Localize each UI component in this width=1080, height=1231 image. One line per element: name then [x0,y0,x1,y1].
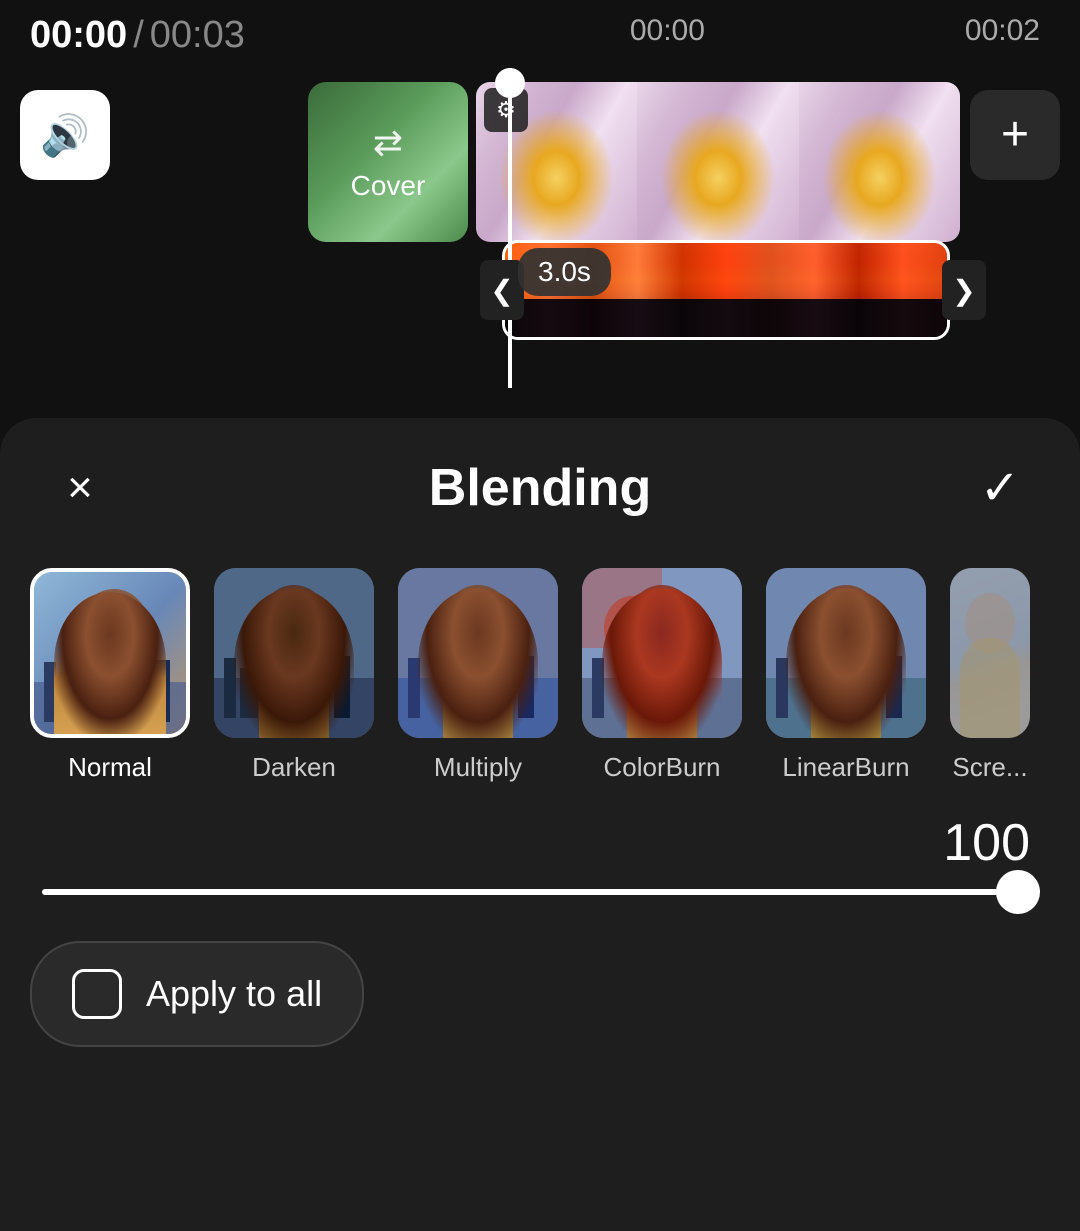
blend-mode-multiply[interactable]: Multiply [398,568,558,783]
blend-label-darken: Darken [252,752,336,783]
screen-preview-svg [950,568,1030,738]
multiply-preview-svg [398,568,558,738]
blend-mode-screen[interactable]: Scre... [950,568,1030,783]
blend-label-multiply: Multiply [434,752,522,783]
blend-mode-linearburn[interactable]: LinearBurn [766,568,926,783]
duration-badge: 3.0s [518,248,611,296]
slider-track [42,889,1038,895]
blend-thumb-colorburn [582,568,742,738]
panel-header: × Blending ✓ [0,418,1080,548]
confirm-button[interactable]: ✓ [970,458,1030,518]
blend-label-normal: Normal [68,752,152,783]
normal-preview-svg [34,572,190,738]
adjust-icon: ⚙ [496,97,516,123]
darken-preview-svg [214,568,374,738]
video-strip[interactable] [476,82,960,242]
cover-bg: ⇄ Cover [308,82,468,242]
confirm-icon: ✓ [980,460,1020,516]
total-time: 00:03 [150,14,245,57]
panel-title: Blending [429,458,651,518]
linearburn-preview-svg [766,568,926,738]
ruler-markers: 00:00 00:02 [630,14,1040,48]
playhead-head [495,68,525,98]
add-button[interactable]: + [970,90,1060,180]
video-frame-3 [799,82,960,242]
current-time: 00:00 [30,14,127,57]
blend-thumb-normal [30,568,190,738]
time-separator: / [133,14,144,57]
duration-badge-text: 3.0s [538,256,591,287]
blend-label-screen: Scre... [952,752,1027,783]
close-icon: × [67,466,93,510]
marker-0: 00:00 [630,14,705,48]
add-icon: + [1001,111,1029,159]
opacity-value-container: 100 [0,813,1080,873]
blend-thumb-multiply [398,568,558,738]
marker-1: 00:02 [965,14,1040,48]
chevron-right-icon: ❯ [952,274,975,307]
cover-label: Cover [351,170,426,202]
blend-thumb-linearburn [766,568,926,738]
blend-thumb-darken [214,568,374,738]
volume-button[interactable]: 🔊 [20,90,110,180]
blend-label-linearburn: LinearBurn [782,752,909,783]
playhead [508,68,512,388]
blend-mode-darken[interactable]: Darken [214,568,374,783]
slider-thumb[interactable] [996,870,1040,914]
blend-mode-colorburn[interactable]: ColorBurn [582,568,742,783]
apply-to-all-button[interactable]: Apply to all [30,941,364,1047]
blend-label-colorburn: ColorBurn [603,752,720,783]
blend-modes-row: Normal [0,548,1080,803]
volume-icon: 🔊 [40,112,90,159]
colorburn-preview-svg [582,568,742,738]
blend-thumb-screen [950,568,1030,738]
blend-mode-normal[interactable]: Normal [30,568,190,783]
close-button[interactable]: × [50,458,110,518]
cover-swap-icon: ⇄ [373,122,403,164]
overlay-strip-bottom [505,299,947,337]
slider-fill [42,889,998,895]
bottom-panel: × Blending ✓ [0,418,1080,1231]
chevron-right-button[interactable]: ❯ [942,260,986,320]
chevron-left-icon: ❮ [490,274,513,307]
apply-label: Apply to all [146,973,322,1015]
cover-thumbnail[interactable]: ⇄ Cover [308,82,468,242]
video-frame-2 [637,82,798,242]
opacity-number: 100 [943,814,1030,872]
apply-checkbox[interactable] [72,969,122,1019]
opacity-slider-container[interactable] [0,873,1080,911]
timeline-area: 00:00 / 00:03 00:00 00:02 🔊 ⇄ Cover ⚙ + … [0,0,1080,420]
